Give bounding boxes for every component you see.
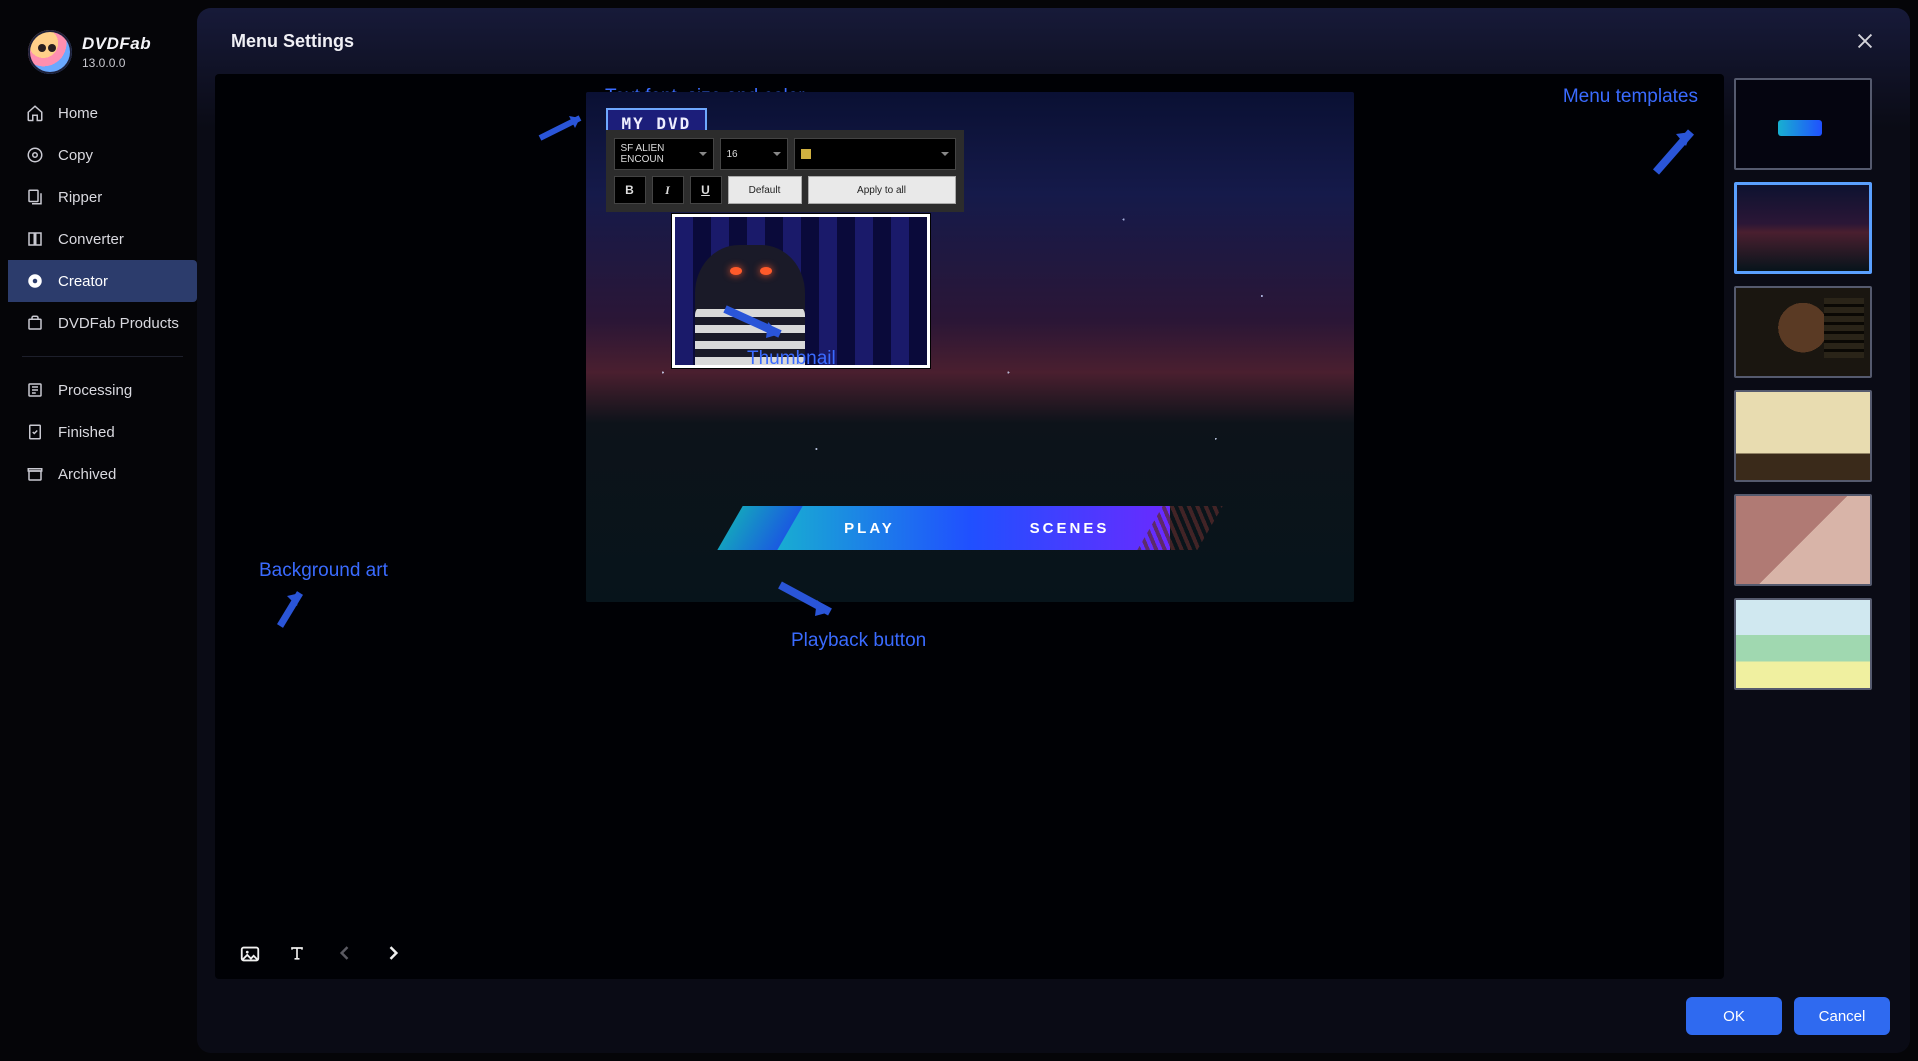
modal-container: Menu Settings Text font, size and color … <box>197 8 1910 1053</box>
caret-down-icon <box>699 152 707 156</box>
brand-block: DVDFab 13.0.0.0 <box>8 30 197 92</box>
sidebar-item-label: Converter <box>58 231 124 248</box>
brand-version: 13.0.0.0 <box>82 56 151 70</box>
background-image-button[interactable] <box>239 943 261 965</box>
font-color-select[interactable] <box>794 138 956 170</box>
templates-column <box>1724 74 1892 979</box>
text-tool-button[interactable] <box>287 943 309 965</box>
sidebar-item-finished[interactable]: Finished <box>8 411 197 453</box>
text-toolbar: SF ALIEN ENCOUN 16 B I U Default Apply <box>606 130 964 212</box>
play-button[interactable]: PLAY <box>770 506 970 550</box>
sidebar-item-converter[interactable]: Converter <box>8 218 197 260</box>
archived-icon <box>26 465 44 483</box>
sidebar: DVDFab 13.0.0.0 Home Copy Ripper Convert… <box>8 8 197 1053</box>
sidebar-divider <box>22 356 183 357</box>
sidebar-item-products[interactable]: DVDFab Products <box>8 302 197 344</box>
italic-button[interactable]: I <box>652 176 684 204</box>
sidebar-item-creator[interactable]: Creator <box>8 260 197 302</box>
caret-down-icon <box>773 152 781 156</box>
dialog-title: Menu Settings <box>231 31 354 52</box>
preview-stage[interactable]: MY DVD SF ALIEN ENCOUN 16 B I <box>586 92 1354 602</box>
sidebar-item-label: Home <box>58 105 98 122</box>
sidebar-item-ripper[interactable]: Ripper <box>8 176 197 218</box>
image-icon <box>239 943 261 965</box>
sidebar-item-archived[interactable]: Archived <box>8 453 197 495</box>
sidebar-item-label: Copy <box>58 147 93 164</box>
font-family-value: SF ALIEN ENCOUN <box>621 143 693 165</box>
sidebar-item-copy[interactable]: Copy <box>8 134 197 176</box>
template-thumb-4[interactable] <box>1734 494 1872 586</box>
dialog-footer: OK Cancel <box>197 979 1910 1035</box>
caret-down-icon <box>941 152 949 156</box>
next-page-button[interactable] <box>383 943 405 965</box>
arrow-icon <box>265 588 315 638</box>
copy-icon <box>26 146 44 164</box>
scenes-button[interactable]: SCENES <box>970 506 1170 550</box>
playback-bar: PLAY SCENES <box>770 506 1170 550</box>
creator-icon <box>26 272 44 290</box>
sidebar-item-label: Finished <box>58 424 115 441</box>
color-swatch <box>801 149 811 159</box>
text-icon <box>287 943 307 963</box>
font-family-select[interactable]: SF ALIEN ENCOUN <box>614 138 714 170</box>
chevron-right-icon <box>383 943 403 963</box>
cancel-button[interactable]: Cancel <box>1794 997 1890 1035</box>
sidebar-item-label: DVDFab Products <box>58 315 179 332</box>
products-icon <box>26 314 44 332</box>
annotation-playback: Playback button <box>791 630 926 652</box>
apply-all-button[interactable]: Apply to all <box>808 176 956 204</box>
sidebar-item-label: Creator <box>58 273 108 290</box>
menu-thumbnail[interactable] <box>672 214 930 368</box>
app-avatar-icon <box>28 30 72 74</box>
close-button[interactable] <box>1854 30 1876 52</box>
template-thumb-0[interactable] <box>1734 78 1872 170</box>
annotation-background: Background art <box>259 560 388 582</box>
ripper-icon <box>26 188 44 206</box>
underline-button[interactable]: U <box>690 176 722 204</box>
close-icon <box>1854 30 1876 52</box>
template-thumb-5[interactable] <box>1734 598 1872 690</box>
sidebar-item-label: Processing <box>58 382 132 399</box>
ok-button[interactable]: OK <box>1686 997 1782 1035</box>
home-icon <box>26 104 44 122</box>
preview-bottom-toolbar <box>215 925 1724 965</box>
prev-page-button[interactable] <box>335 943 357 965</box>
template-thumb-2[interactable] <box>1734 286 1872 378</box>
arrow-icon <box>1646 122 1706 182</box>
template-thumb-3[interactable] <box>1734 390 1872 482</box>
font-size-value: 16 <box>727 149 738 160</box>
bold-button[interactable]: B <box>614 176 646 204</box>
converter-icon <box>26 230 44 248</box>
brand-name: DVDFab <box>82 34 151 54</box>
default-button[interactable]: Default <box>728 176 802 204</box>
annotation-menu-templates: Menu templates <box>1563 86 1698 108</box>
preview-pane: Text font, size and color Menu templates… <box>215 74 1724 979</box>
finished-icon <box>26 423 44 441</box>
chevron-left-icon <box>335 943 355 963</box>
sidebar-item-processing[interactable]: Processing <box>8 369 197 411</box>
sidebar-item-label: Ripper <box>58 189 102 206</box>
sidebar-item-label: Archived <box>58 466 116 483</box>
menu-settings-dialog: Menu Settings Text font, size and color … <box>197 8 1910 1053</box>
sidebar-item-home[interactable]: Home <box>8 92 197 134</box>
font-size-select[interactable]: 16 <box>720 138 788 170</box>
template-thumb-1[interactable] <box>1734 182 1872 274</box>
processing-icon <box>26 381 44 399</box>
